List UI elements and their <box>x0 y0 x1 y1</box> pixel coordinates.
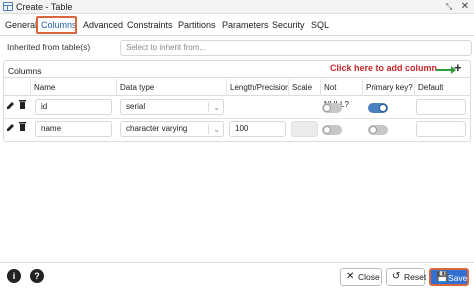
scale-input <box>291 121 318 137</box>
trash-icon[interactable] <box>19 100 26 109</box>
column-name-input[interactable]: id <box>35 99 112 115</box>
table-icon <box>3 2 13 11</box>
data-type-select[interactable]: character varying ⌄ <box>120 121 224 137</box>
primary-key-toggle[interactable] <box>368 103 388 113</box>
reset-button[interactable]: ↺ Reset <box>386 268 427 286</box>
save-icon: 💾 <box>436 272 449 283</box>
tab-security[interactable]: Security <box>272 18 305 34</box>
close-icon: ✕ <box>346 271 355 282</box>
tab-advanced[interactable]: Advanced <box>83 18 123 34</box>
header-length: Length/Precision <box>226 79 290 96</box>
columns-tab-highlight <box>36 16 77 34</box>
add-column-annotation: Click here to add column <box>330 63 438 73</box>
add-column-button[interactable]: + <box>454 61 462 75</box>
table-row <box>4 118 470 119</box>
inherit-label: Inherited from table(s) <box>7 42 91 52</box>
header-default: Default <box>414 79 470 96</box>
trash-icon[interactable] <box>19 122 26 131</box>
save-label: Save <box>448 273 468 283</box>
tab-partitions[interactable]: Partitions <box>178 18 216 34</box>
title-bar: Create - Table ⤡ ✕ <box>0 0 474 14</box>
help-button[interactable]: ? <box>30 269 44 283</box>
columns-title: Columns <box>8 66 42 76</box>
reset-label: Reset <box>404 272 427 282</box>
close-button[interactable]: ✕ Close <box>340 268 382 286</box>
header-name: Name <box>30 79 116 96</box>
edit-icon[interactable] <box>7 123 15 131</box>
close-label: Close <box>358 272 380 282</box>
columns-panel: Columns Click here to add column + Name … <box>3 60 471 142</box>
info-button[interactable]: i <box>7 269 21 283</box>
default-input[interactable] <box>416 121 466 137</box>
default-input[interactable] <box>416 99 466 115</box>
close-icon[interactable]: ✕ <box>460 1 470 12</box>
column-name-input[interactable]: name <box>35 121 112 137</box>
data-type-value: serial <box>126 102 146 111</box>
tab-sql[interactable]: SQL <box>311 18 329 34</box>
tab-constraints[interactable]: Constraints <box>127 18 173 34</box>
inherit-select[interactable]: Select to inherit from... <box>120 40 472 56</box>
data-type-select[interactable]: serial ⌄ <box>120 99 224 115</box>
expand-icon[interactable]: ⤡ <box>444 1 454 12</box>
edit-icon[interactable] <box>7 101 15 109</box>
header-primary-key: Primary key? <box>362 79 414 96</box>
header-not-null: Not NULL? <box>320 79 362 109</box>
window-title: Create - Table <box>16 2 73 12</box>
inherit-placeholder: Select to inherit from... <box>126 43 207 52</box>
primary-key-toggle[interactable] <box>368 125 388 135</box>
not-null-toggle[interactable] <box>322 103 342 113</box>
chevron-down-icon: ⌄ <box>213 103 220 112</box>
tab-parameters[interactable]: Parameters <box>222 18 269 34</box>
length-input[interactable]: 100 <box>229 121 286 137</box>
data-type-value: character varying <box>126 124 188 133</box>
reset-icon: ↺ <box>392 271 401 282</box>
header-scale: Scale <box>288 79 320 96</box>
save-button[interactable]: 💾 Save <box>429 268 469 286</box>
columns-header: Columns Click here to add column + <box>4 61 470 78</box>
footer: i ? ✕ Close ↺ Reset 💾 Save <box>0 262 474 288</box>
tab-general[interactable]: General <box>5 18 37 34</box>
not-null-toggle[interactable] <box>322 125 342 135</box>
chevron-down-icon: ⌄ <box>213 125 220 134</box>
inherit-row: Inherited from table(s) Select to inheri… <box>0 36 474 60</box>
header-data-type: Data type <box>116 79 226 96</box>
